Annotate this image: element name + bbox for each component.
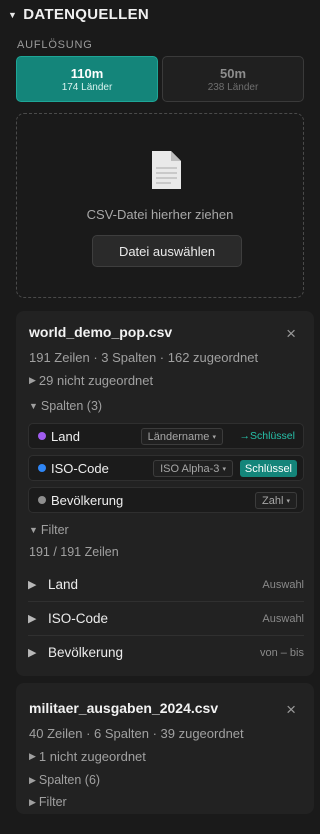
column-row-land: Land Ländername ▾ →Schlüssel <box>28 423 304 449</box>
csv-dropzone[interactable]: CSV-Datei hierher ziehen Datei auswählen <box>16 113 304 298</box>
file-meta: 191 Zeilen · 3 Spalten · 162 zugeordnet <box>29 350 259 365</box>
triangle-down-icon: ▼ <box>29 525 38 535</box>
columns-toggle[interactable]: ▶ Spalten (6) <box>29 773 100 787</box>
filter-name: ISO-Code <box>48 611 109 626</box>
filter-iso-code[interactable]: ▶ ISO-Code Auswahl <box>28 604 304 636</box>
column-name: ISO-Code <box>51 461 109 476</box>
file-name: world_demo_pop.csv <box>29 324 173 340</box>
column-row-bevoelkerung: Bevölkerung Zahl ▾ <box>28 487 304 513</box>
filter-toggle[interactable]: ▼ Filter <box>29 523 69 537</box>
resolution-50m-label: 50m <box>219 65 247 81</box>
filter-toggle-label: Filter <box>38 795 67 809</box>
column-type-value: ISO Alpha-3 <box>160 462 220 475</box>
filter-hint: Auswahl <box>262 579 304 591</box>
close-icon[interactable]: × <box>286 700 296 720</box>
columns-toggle-label: Spalten (6) <box>38 773 101 787</box>
resolution-110m-count: 174 Länder <box>61 81 113 93</box>
chevron-down-icon: ▾ <box>212 433 216 441</box>
column-type-value: Zahl <box>262 494 284 507</box>
filter-hint: Auswahl <box>262 613 304 625</box>
choose-file-button[interactable]: Datei auswählen <box>92 235 242 267</box>
unmatched-label: 1 nicht zugeordnet <box>38 749 146 764</box>
unmatched-toggle[interactable]: ▶ 1 nicht zugeordnet <box>29 749 146 764</box>
column-color-dot <box>38 464 46 472</box>
triangle-down-icon: ▼ <box>29 401 38 411</box>
triangle-down-icon: ▼ <box>8 9 18 20</box>
close-icon[interactable]: × <box>286 324 296 344</box>
column-row-iso-code: ISO-Code ISO Alpha-3 ▾ Schlüssel <box>28 455 304 481</box>
filter-land[interactable]: ▶ Land Auswahl <box>28 570 304 602</box>
unmatched-label: 29 nicht zugeordnet <box>38 373 154 388</box>
triangle-right-icon: ▶ <box>29 375 36 385</box>
filter-name: Bevölkerung <box>48 645 124 660</box>
triangle-right-icon: ▶ <box>29 774 36 785</box>
triangle-right-icon: ▶ <box>29 796 36 807</box>
chevron-down-icon: ▾ <box>286 497 290 505</box>
column-color-dot <box>38 496 46 504</box>
resolution-50m-count: 238 Länder <box>207 81 259 93</box>
resolution-110m-button[interactable]: 110m 174 Länder <box>16 56 158 102</box>
column-type-select[interactable]: ISO Alpha-3 ▾ <box>153 460 233 477</box>
filter-toggle[interactable]: ▶ Filter <box>29 795 67 809</box>
filter-name: Land <box>48 577 79 592</box>
resolution-toggle: 110m 174 Länder 50m 238 Länder <box>16 56 304 102</box>
resolution-label: AUFLÖSUNG <box>17 39 93 51</box>
columns-toggle[interactable]: ▼ Spalten (3) <box>29 399 102 413</box>
dropzone-text: CSV-Datei hierher ziehen <box>86 207 234 222</box>
key-badge[interactable]: Schlüssel <box>239 460 297 477</box>
filter-bevoelkerung[interactable]: ▶ Bevölkerung von – bis <box>28 638 304 670</box>
filter-row-count: 191 / 191 Zeilen <box>29 545 119 559</box>
column-name: Land <box>51 429 80 444</box>
columns-toggle-label: Spalten (3) <box>40 399 103 413</box>
resolution-110m-label: 110m <box>70 65 104 81</box>
document-icon <box>152 151 181 189</box>
column-type-select[interactable]: Zahl ▾ <box>255 492 297 509</box>
chevron-down-icon: ▾ <box>222 465 226 473</box>
filter-hint: von – bis <box>259 647 304 659</box>
file-name: militaer_ausgaben_2024.csv <box>29 700 219 716</box>
triangle-right-icon: ▶ <box>28 647 37 659</box>
column-type-select[interactable]: Ländername ▾ <box>140 428 223 445</box>
unmatched-toggle[interactable]: ▶ 29 nicht zugeordnet <box>29 373 153 388</box>
triangle-right-icon: ▶ <box>28 579 37 591</box>
column-type-value: Ländername <box>147 430 210 443</box>
set-key-link[interactable]: →Schlüssel <box>240 430 295 442</box>
column-color-dot <box>38 432 46 440</box>
resolution-50m-button[interactable]: 50m 238 Länder <box>162 56 304 102</box>
section-title: DATENQUELLEN <box>23 6 150 23</box>
section-header-datenquellen[interactable]: ▼ DATENQUELLEN <box>8 6 149 23</box>
triangle-right-icon: ▶ <box>28 613 37 625</box>
filter-toggle-label: Filter <box>40 523 69 537</box>
file-card-world-demo-pop: world_demo_pop.csv × 191 Zeilen · 3 Spal… <box>16 311 314 676</box>
file-card-militaer-ausgaben: militaer_ausgaben_2024.csv × 40 Zeilen ·… <box>16 683 314 814</box>
triangle-right-icon: ▶ <box>29 751 36 761</box>
column-name: Bevölkerung <box>51 493 124 508</box>
file-meta: 40 Zeilen · 6 Spalten · 39 zugeordnet <box>29 726 244 741</box>
